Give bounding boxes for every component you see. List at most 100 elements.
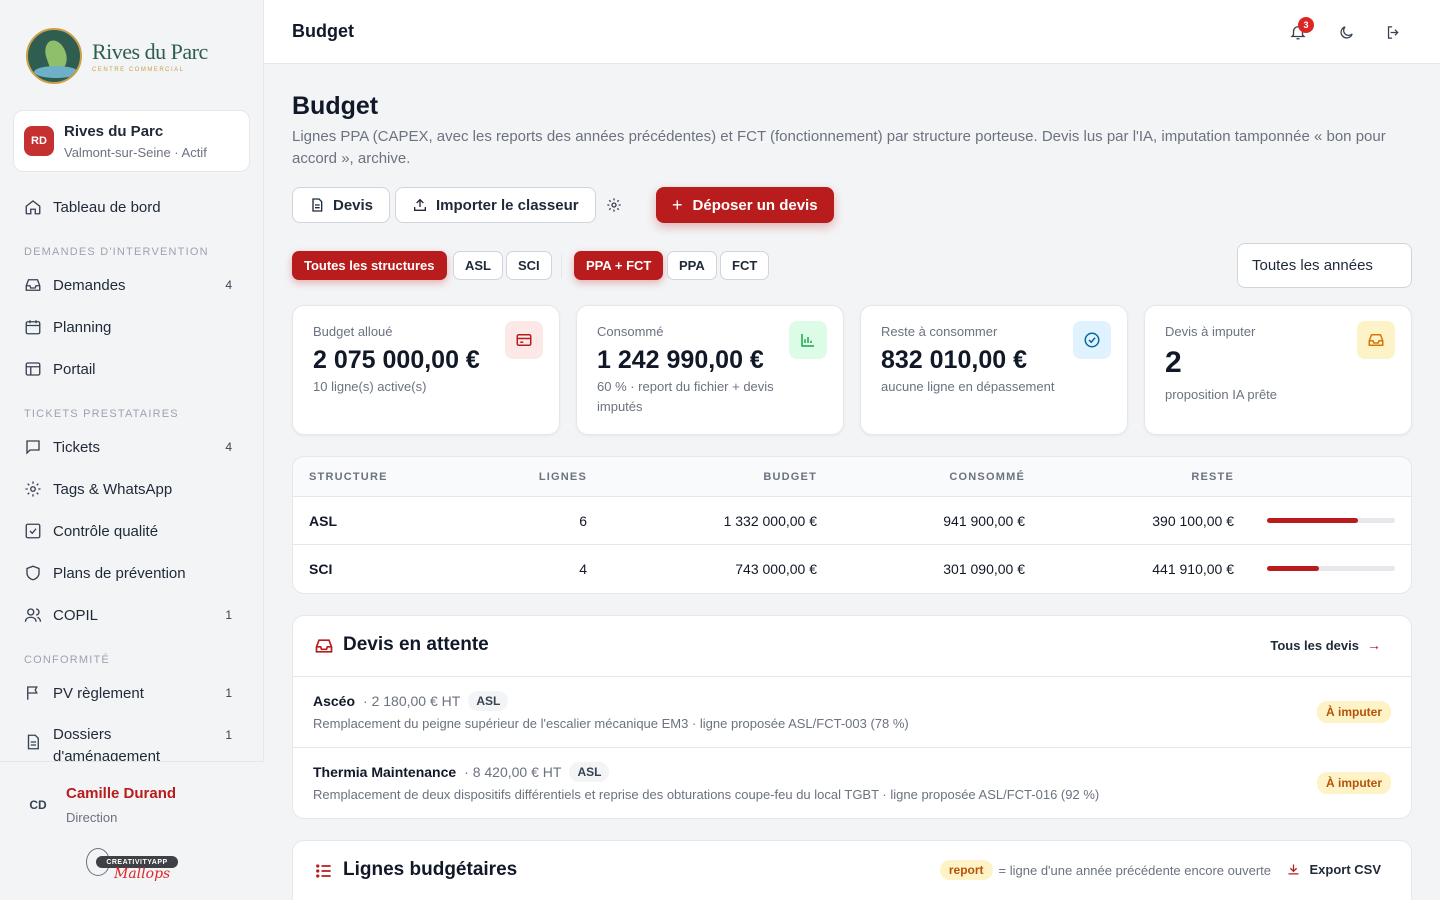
kpi-card-reste: Reste à consommer 832 010,00 € aucune li… — [860, 305, 1128, 435]
site-status: Valmont-sur-Seine · Actif — [64, 144, 207, 160]
sidebar-item-tickets[interactable]: Tickets 4 — [13, 426, 250, 468]
brand-emblem-icon — [26, 28, 82, 84]
pending-devis-panel: Devis en attente Tous les devis → Ascéo … — [292, 615, 1412, 819]
user-profile[interactable]: CD Camille Durand Direction CREATIVITYAP… — [0, 761, 264, 900]
upload-icon — [412, 197, 428, 213]
list-item[interactable]: Ascéo · 2 180,00 € HT ASL Remplacement d… — [293, 677, 1411, 748]
kpi-label: Devis à imputer — [1165, 324, 1256, 339]
cell-consomme: 941 900,00 € — [943, 512, 1025, 529]
settings-gear-icon[interactable] — [604, 195, 624, 215]
plus-icon: + — [672, 194, 683, 215]
list-icon — [313, 860, 335, 882]
cell-budget: 743 000,00 € — [735, 561, 817, 577]
sidebar-item-label: COPIL — [53, 606, 99, 624]
sidebar-item-demandes[interactable]: Demandes 4 — [13, 264, 250, 306]
col-structure: STRUCTURE — [309, 470, 388, 483]
filter-type-all[interactable]: PPA + FCT — [574, 251, 664, 280]
panel-title: Devis en attente — [343, 634, 489, 655]
flag-icon — [23, 683, 43, 703]
sidebar-item-dashboard[interactable]: Tableau de bord — [13, 186, 250, 228]
document-icon — [309, 197, 325, 213]
table-row[interactable]: ASL 6 1 332 000,00 € 941 900,00 € 390 10… — [293, 497, 1411, 545]
avatar: CD — [29, 798, 47, 812]
kpi-value: 2 — [1165, 346, 1182, 379]
layout-icon — [23, 359, 43, 379]
user-role: Direction — [66, 810, 118, 825]
bar-chart-icon — [789, 321, 827, 359]
sidebar-item-label: Tickets — [53, 438, 100, 456]
cell-reste: 390 100,00 € — [1152, 512, 1234, 529]
filter-divider — [561, 254, 562, 278]
panel-header: Lignes budgétaires report = ligne d'une … — [293, 841, 1411, 900]
sidebar: Rives du Parc CENTRE COMMERCIAL RD Rives… — [0, 0, 264, 900]
devis-amount: · 8 420,00 € HT — [464, 764, 562, 780]
sidebar-item-dossiers-amenagement[interactable]: Dossiers d'aménagement 1 — [13, 714, 250, 761]
cell-lignes: 6 — [579, 512, 587, 529]
consumption-bar — [1267, 518, 1395, 523]
status-badge: À imputer — [1316, 701, 1391, 723]
panel-header: Devis en attente Tous les devis → — [293, 616, 1411, 677]
col-consomme: CONSOMMÉ — [949, 470, 1025, 483]
deposit-button-label: Déposer un devis — [692, 196, 818, 214]
card-icon — [505, 321, 543, 359]
sidebar-item-label: Tableau de bord — [53, 198, 161, 216]
kpi-sub: 10 ligne(s) active(s) — [313, 379, 427, 394]
credit-script: Mallops — [114, 866, 171, 882]
sidebar-item-plans-prevention[interactable]: Plans de prévention — [13, 552, 250, 594]
main-content: Budget Lignes PPA (CAPEX, avec les repor… — [264, 64, 1440, 900]
message-icon — [23, 437, 43, 457]
import-button[interactable]: Importer le classeur — [395, 187, 596, 223]
logout-icon[interactable] — [1381, 20, 1405, 44]
export-csv-button[interactable]: Export CSV — [1286, 862, 1381, 877]
col-budget: BUDGET — [763, 470, 817, 483]
sidebar-item-pv-reglement[interactable]: PV règlement 1 — [13, 672, 250, 714]
sidebar-item-planning[interactable]: Planning — [13, 306, 250, 348]
cell-structure: ASL — [309, 512, 337, 529]
sidebar-nav: Tableau de bord DEMANDES D'INTERVENTION … — [13, 186, 250, 762]
all-devis-link[interactable]: Tous les devis → — [1270, 637, 1381, 653]
report-legend: report = ligne d'une année précédente en… — [939, 860, 1271, 880]
year-select[interactable]: Toutes les années — [1237, 243, 1412, 288]
deposit-devis-button[interactable]: + Déposer un devis — [656, 187, 834, 223]
filter-type-ppa[interactable]: PPA — [667, 251, 717, 280]
sidebar-item-label: Plans de prévention — [53, 564, 186, 582]
sidebar-item-tags-whatsapp[interactable]: Tags & WhatsApp — [13, 468, 250, 510]
devis-button[interactable]: Devis — [292, 187, 391, 223]
site-badge: RD — [24, 126, 54, 156]
col-lignes: LIGNES — [538, 470, 587, 483]
report-chip: report — [939, 860, 993, 880]
cell-structure: SCI — [309, 561, 333, 577]
filter-structure-sci[interactable]: SCI — [506, 251, 552, 280]
sidebar-item-label: Dossiers d'aménagement — [53, 726, 161, 761]
sidebar-item-portail[interactable]: Portail — [13, 348, 250, 390]
site-selector[interactable]: RD Rives du Parc Valmont-sur-Seine · Act… — [13, 110, 250, 172]
credit-logo: CREATIVITYAPP Mallops — [86, 846, 178, 888]
cell-consomme: 301 090,00 € — [943, 561, 1025, 577]
brand-logo[interactable]: Rives du Parc CENTRE COMMERCIAL — [26, 28, 208, 84]
sidebar-item-count: 4 — [225, 440, 232, 454]
status-badge: À imputer — [1316, 772, 1391, 794]
check-circle-icon — [1073, 321, 1111, 359]
moon-icon[interactable] — [1334, 20, 1358, 44]
kpi-label: Consommé — [597, 324, 664, 339]
panel-title: Lignes budgétaires — [343, 859, 518, 880]
structure-table: STRUCTURE LIGNES BUDGET CONSOMMÉ RESTE A… — [292, 456, 1412, 594]
kpi-card-budget: Budget alloué 2 075 000,00 € 10 ligne(s)… — [292, 305, 560, 435]
sidebar-item-copil[interactable]: COPIL 1 — [13, 594, 250, 636]
inbox-icon — [23, 275, 43, 295]
list-item[interactable]: Thermia Maintenance · 8 420,00 € HT ASL … — [293, 748, 1411, 818]
table-row[interactable]: SCI 4 743 000,00 € 301 090,00 € 441 910,… — [293, 545, 1411, 593]
sidebar-item-label: PV règlement — [53, 684, 144, 702]
consumption-bar-fill — [1267, 566, 1320, 571]
page-description: Lignes PPA (CAPEX, avec les reports des … — [292, 128, 1386, 167]
nav-section-title: TICKETS PRESTATAIRES — [24, 408, 179, 420]
import-button-label: Importer le classeur — [436, 196, 579, 214]
filter-structure-all[interactable]: Toutes les structures — [292, 251, 447, 280]
sidebar-item-controle-qualite[interactable]: Contrôle qualité — [13, 510, 250, 552]
filter-structure-asl[interactable]: ASL — [453, 251, 503, 280]
devis-button-label: Devis — [333, 196, 374, 214]
consumption-bar — [1267, 566, 1395, 571]
devis-structure-tag: ASL — [569, 762, 610, 782]
filter-type-fct[interactable]: FCT — [720, 251, 770, 280]
devis-description: Remplacement de deux dispositifs différe… — [313, 787, 1100, 802]
